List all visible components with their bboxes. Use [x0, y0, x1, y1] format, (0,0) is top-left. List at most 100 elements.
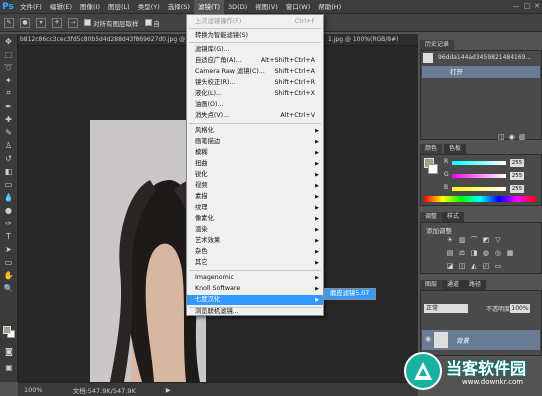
curves-icon[interactable]: ⌒ [470, 236, 478, 244]
menu-item-imagenomic[interactable]: Imagenomic ▶ [187, 273, 323, 283]
aligned-icon[interactable]: ⇢ [68, 17, 78, 28]
menu-view[interactable]: 视图(V) [251, 0, 282, 14]
tab-swatches[interactable]: 色板 [444, 144, 467, 154]
tab-channels[interactable]: 通道 [442, 280, 465, 290]
blend-mode-select[interactable]: 正常 [424, 304, 468, 313]
maximize-icon[interactable]: □ [524, 2, 531, 10]
menu-item-brush-strokes[interactable]: 画笔描边 ▶ [187, 137, 323, 147]
eraser-tool-icon[interactable]: ◧ [2, 165, 16, 177]
quick-select-tool-icon[interactable]: ✦ [2, 74, 16, 86]
move-tool-icon[interactable]: ✥ [2, 35, 16, 47]
history-snapshot[interactable]: 96dda144ad3459821484169... [422, 52, 540, 64]
vibrance-icon[interactable]: ▽ [494, 236, 502, 244]
menu-item-convert-smart-filter[interactable]: 转换为智能滤镜(S) [187, 31, 323, 41]
menu-item-stylize[interactable]: 风格化 ▶ [187, 126, 323, 136]
zoom-level[interactable]: 100% [24, 386, 43, 394]
menu-item-noise[interactable]: 杂色 ▶ [187, 247, 323, 257]
menu-item-sketch[interactable]: 素描 ▶ [187, 192, 323, 202]
menu-help[interactable]: 帮助(H) [314, 0, 345, 14]
menu-layer[interactable]: 图层(L) [104, 0, 134, 14]
pen-tool-icon[interactable]: ✑ [2, 217, 16, 229]
menu-select[interactable]: 选择(S) [164, 0, 194, 14]
airbrush-icon[interactable]: ✈ [52, 17, 62, 28]
menu-item-pixelate[interactable]: 像素化 ▶ [187, 214, 323, 224]
dodge-tool-icon[interactable]: ● [2, 204, 16, 216]
green-value[interactable]: 255 [510, 172, 524, 180]
lasso-tool-icon[interactable]: ➰ [2, 61, 16, 73]
menu-item-camera-raw[interactable]: Camera Raw 滤镜(C)... Shift+Ctrl+A [187, 67, 323, 77]
bw-icon[interactable]: ◨ [470, 249, 478, 257]
document-info[interactable]: 文档:547.9K/547.9K [73, 385, 136, 395]
menu-item-qidu-hanhua[interactable]: 七度汉化 ▶ [187, 295, 323, 305]
gradient-map-icon[interactable]: ▭ [494, 262, 502, 270]
menu-item-distort[interactable]: 扭曲 ▶ [187, 159, 323, 169]
menu-3d[interactable]: 3D(D) [224, 0, 251, 14]
camera-icon[interactable]: ◉ [509, 133, 519, 141]
red-value[interactable]: 255 [510, 159, 524, 167]
menu-item-liquify[interactable]: 液化(L)... Shift+Ctrl+X [187, 89, 323, 99]
menu-item-browse-online-filters[interactable]: 浏览联机滤镜... [187, 307, 323, 317]
brightness-icon[interactable]: ☀ [446, 236, 454, 244]
auto-checkbox[interactable]: 自 [144, 18, 160, 28]
menu-item-artistic[interactable]: 艺术效果 ▶ [187, 236, 323, 246]
document-tab-inactive[interactable]: b812c86cc3cec3fd5c80b5d4d288d43f869627d0… [20, 34, 185, 46]
menu-item-oil-paint[interactable]: 油画(O)... [187, 100, 323, 110]
hue-icon[interactable]: ▤ [446, 249, 454, 257]
menu-item-last-filter[interactable]: 上次滤镜操作(F) Ctrl+F [187, 17, 323, 27]
menu-item-adaptive-wide-angle[interactable]: 自适应广角(A)... Alt+Shift+Ctrl+A [187, 56, 323, 66]
channel-mixer-icon[interactable]: ◎ [494, 249, 502, 257]
menu-item-video[interactable]: 视频 ▶ [187, 181, 323, 191]
zoom-tool-icon[interactable]: 🔍 [2, 282, 16, 294]
screen-mode-icon[interactable]: ▣ [2, 361, 16, 373]
hand-tool-icon[interactable]: ✋ [2, 269, 16, 281]
tab-styles[interactable]: 样式 [442, 212, 465, 222]
levels-icon[interactable]: ▥ [458, 236, 466, 244]
mode-icon[interactable]: ▾ [36, 17, 46, 28]
lookup-icon[interactable]: ▦ [506, 249, 514, 257]
path-select-tool-icon[interactable]: ➤ [2, 243, 16, 255]
red-slider[interactable] [452, 161, 506, 165]
blur-tool-icon[interactable]: 💧 [2, 191, 16, 203]
menu-item-sharpen[interactable]: 锐化 ▶ [187, 170, 323, 180]
color-bg-swatch[interactable] [428, 164, 438, 174]
color-ramp[interactable] [424, 196, 536, 202]
brush-tool-icon[interactable]: ✎ [2, 126, 16, 138]
menu-item-texture[interactable]: 纹理 ▶ [187, 203, 323, 213]
opacity-input[interactable]: 100% [510, 304, 530, 313]
menu-item-lens-correction[interactable]: 镜头校正(R)... Shift+Ctrl+R [187, 78, 323, 88]
healing-brush-tool-icon[interactable]: ✚ [2, 113, 16, 125]
menu-item-knoll-software[interactable]: Knoll Software ▶ [187, 284, 323, 294]
tab-color[interactable]: 颜色 [420, 144, 443, 154]
menu-item-render[interactable]: 渲染 ▶ [187, 225, 323, 235]
quick-mask-icon[interactable]: ◙ [2, 345, 16, 357]
tab-history[interactable]: 历史记录 [420, 40, 455, 50]
menu-type[interactable]: 类型(Y) [134, 0, 164, 14]
history-brush-tool-icon[interactable]: ↺ [2, 152, 16, 164]
posterize-icon[interactable]: ◫ [458, 262, 466, 270]
trash-icon[interactable]: ▥ [519, 133, 530, 141]
close-icon[interactable]: ✕ [534, 2, 540, 10]
blue-value[interactable]: 255 [510, 185, 524, 193]
crop-tool-icon[interactable]: ⌗ [2, 87, 16, 99]
blue-slider[interactable] [452, 187, 506, 191]
invert-icon[interactable]: ◪ [446, 262, 454, 270]
marquee-tool-icon[interactable]: ⬚ [2, 48, 16, 60]
shape-tool-icon[interactable]: ▭ [2, 256, 16, 268]
sample-all-layers-checkbox[interactable]: 对所有图层取样 [84, 18, 139, 28]
menu-edit[interactable]: 编辑(E) [46, 0, 76, 14]
tab-paths[interactable]: 路径 [464, 280, 487, 290]
menu-item-filter-gallery[interactable]: 滤镜库(G)... [187, 45, 323, 55]
tab-layers[interactable]: 图层 [420, 280, 443, 290]
exposure-icon[interactable]: ◩ [482, 236, 490, 244]
history-state-open[interactable]: 打开 [422, 66, 540, 78]
selective-color-icon[interactable]: ◰ [482, 262, 490, 270]
balance-icon[interactable]: ⚖ [458, 249, 466, 257]
menu-filter[interactable]: 滤镜(T) [193, 0, 224, 14]
eyedropper-tool-icon[interactable]: ✎ [4, 17, 14, 28]
menu-item-vanishing-point[interactable]: 消失点(V)... Alt+Ctrl+V [187, 111, 323, 121]
tab-adjustments[interactable]: 调整 [420, 212, 443, 222]
layer-name[interactable]: 背景 [456, 335, 469, 345]
eyedropper-tool-icon[interactable]: ✒ [2, 100, 16, 112]
eye-icon[interactable]: ◉ [425, 335, 431, 343]
threshold-icon[interactable]: ◭ [470, 262, 478, 270]
